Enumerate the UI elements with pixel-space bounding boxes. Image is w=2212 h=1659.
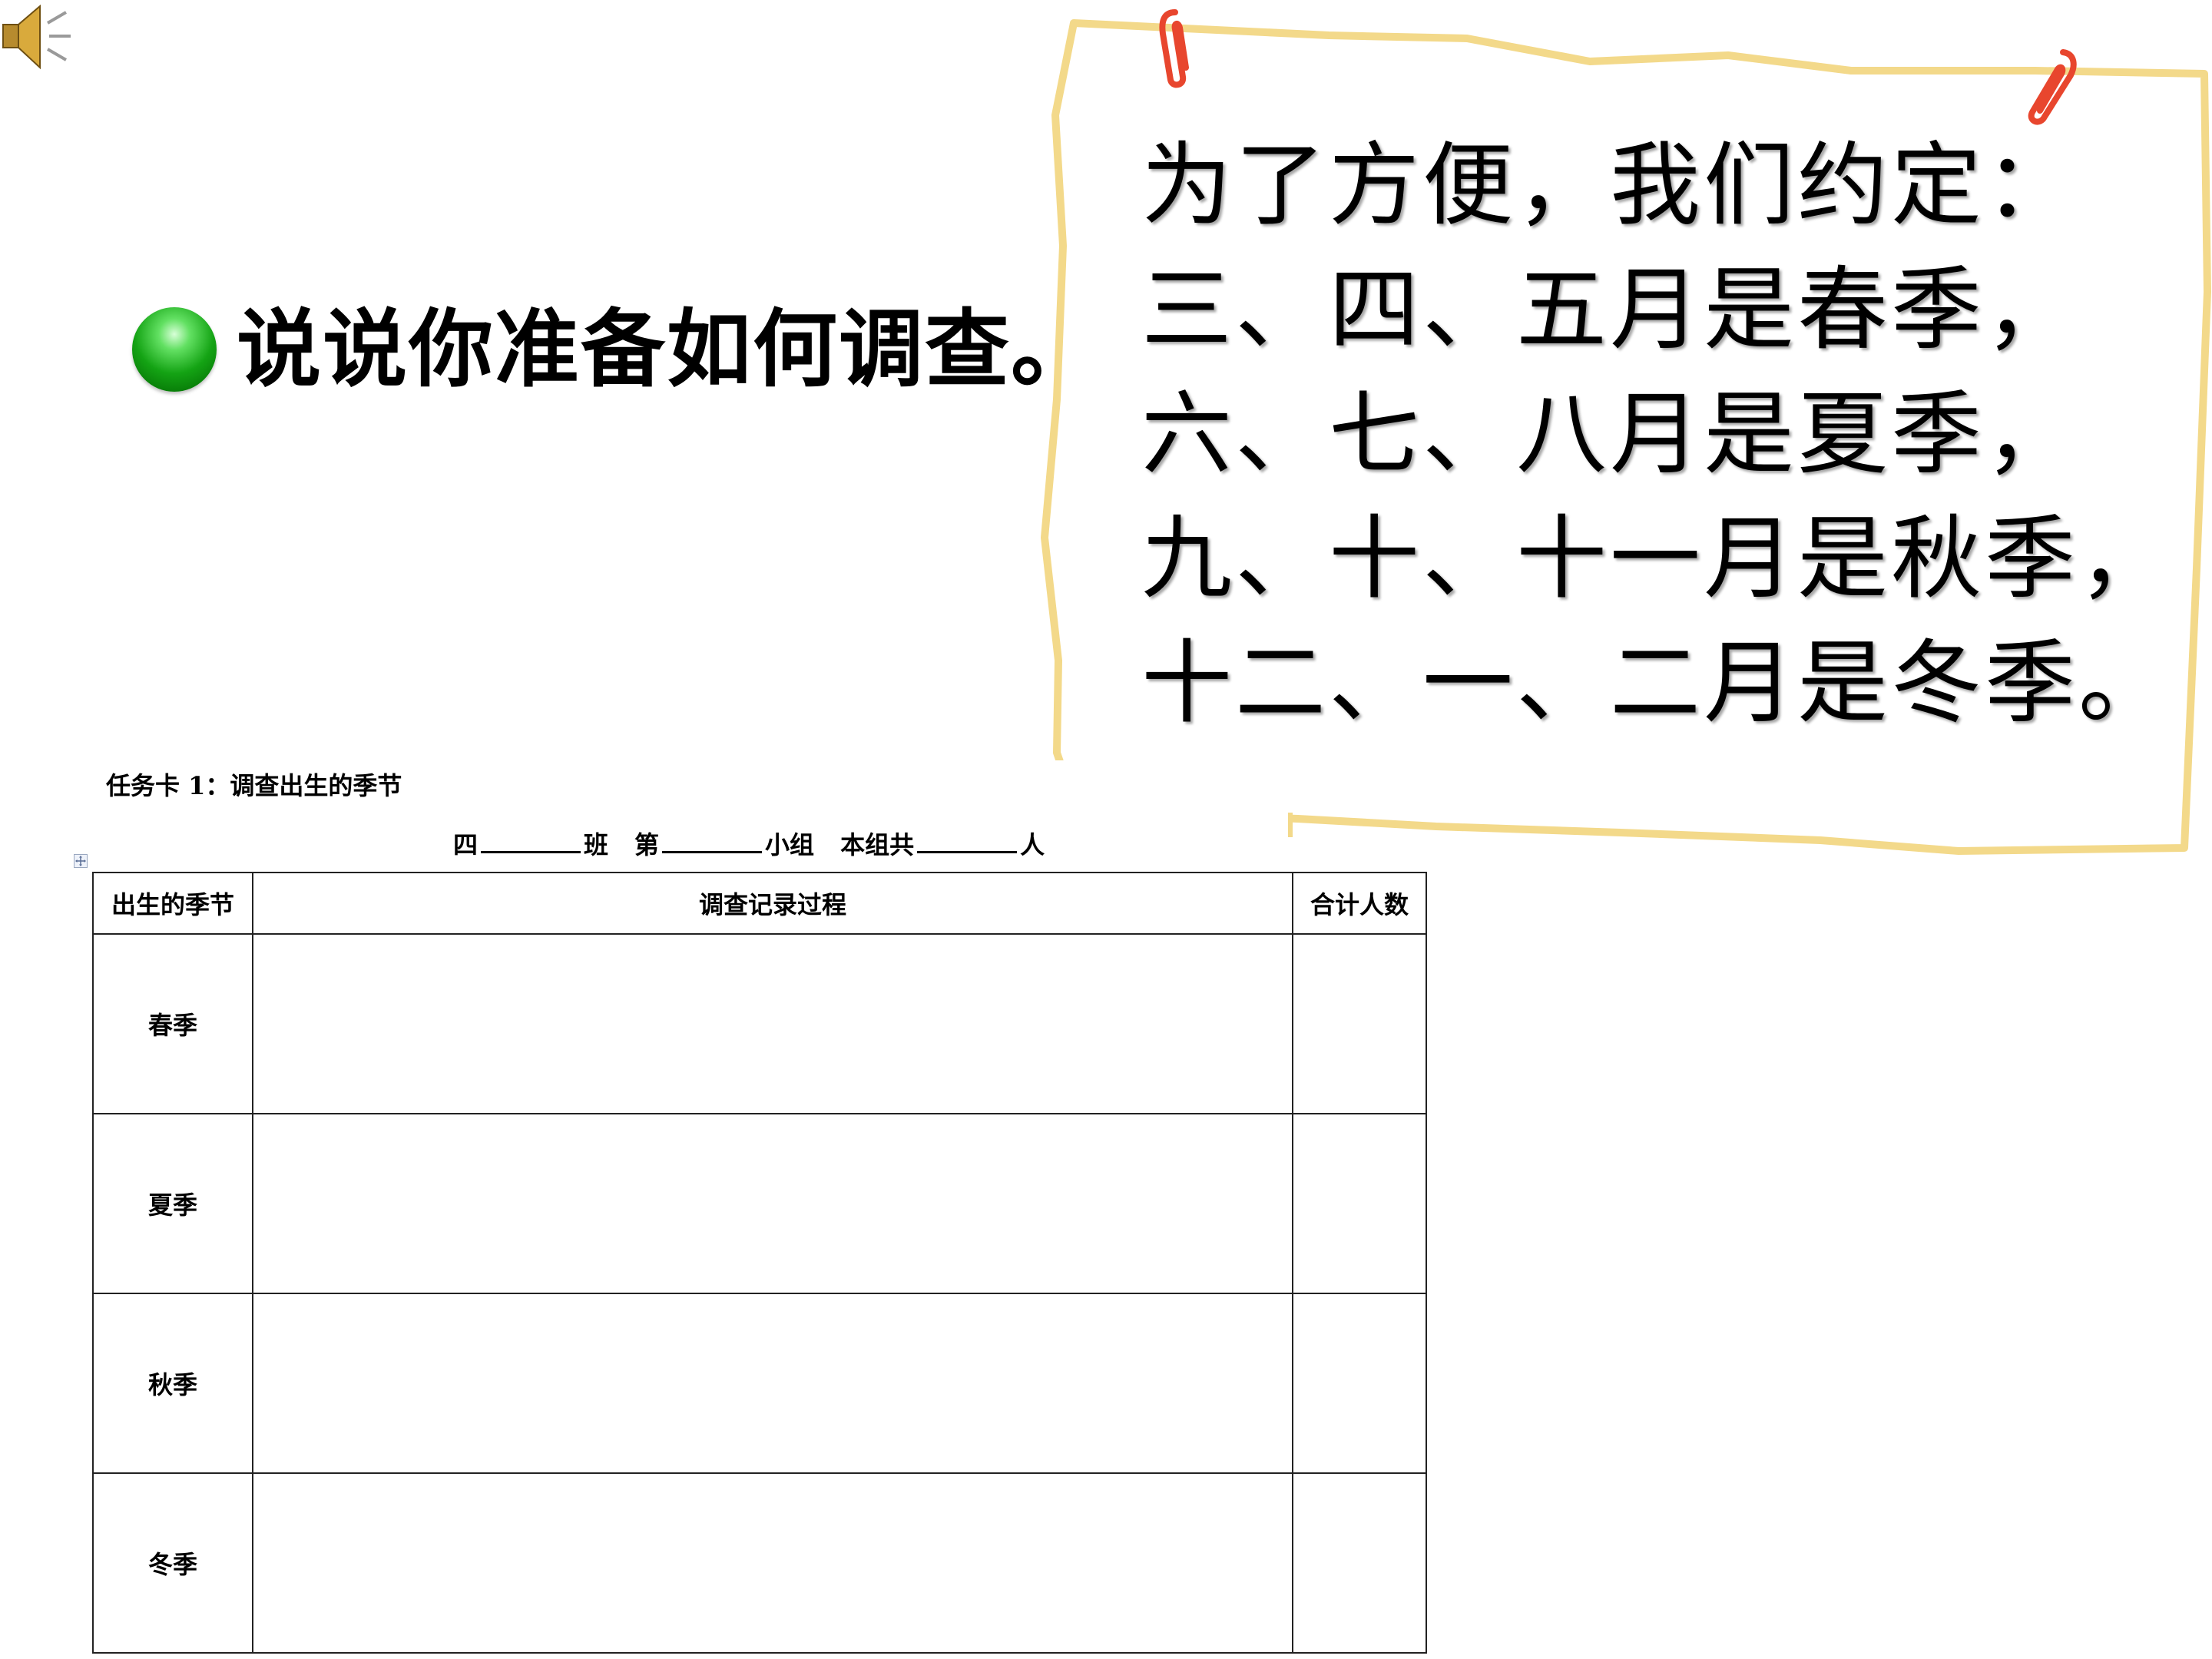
class-info-line: 四 班第 小组 本组共 人 [453, 826, 1045, 861]
season-cell: 夏季 [92, 1113, 253, 1294]
grade-label: 四 [453, 830, 478, 859]
total-prefix: 本组共 [840, 830, 915, 859]
note-line: 九、十、十一月是秋季， [1141, 505, 2173, 611]
total-cell[interactable] [1292, 1472, 1427, 1654]
record-cell[interactable] [252, 1472, 1293, 1654]
season-convention-note: 为了方便，我们约定： 三、四、五月是春季， 六、七、八月是夏季， 九、十、十一月… [1037, 0, 2212, 860]
table-move-handle-icon[interactable] [74, 854, 88, 868]
total-cell[interactable] [1292, 1293, 1427, 1474]
note-text-block: 为了方便，我们约定： 三、四、五月是春季， 六、七、八月是夏季， 九、十、十一月… [1141, 123, 2172, 745]
table-header-row: 出生的季节 调查记录过程 合计人数 [92, 872, 1427, 935]
total-suffix: 人 [1020, 830, 1045, 859]
speaker-volume-icon[interactable] [0, 0, 77, 77]
paperclip-icon [1159, 9, 1189, 88]
note-line: 为了方便，我们约定： [1141, 132, 2079, 238]
record-cell[interactable] [252, 1113, 1293, 1294]
task-card-title: 任务卡 1：调查出生的季节 [106, 771, 402, 800]
table-row: 夏季 [92, 1113, 1427, 1294]
total-cell[interactable] [1292, 1113, 1427, 1294]
header-season: 出生的季节 [92, 872, 253, 935]
green-sphere-bullet-icon [132, 307, 217, 392]
table-row: 秋季 [92, 1293, 1427, 1474]
class-label: 班 [584, 830, 609, 859]
question-text: 说说你准备如何调查。 [237, 300, 1097, 399]
header-total: 合计人数 [1292, 872, 1427, 935]
total-cell[interactable] [1292, 933, 1427, 1114]
season-cell: 春季 [92, 933, 253, 1114]
table-row: 冬季 [92, 1472, 1427, 1654]
table-row: 春季 [92, 933, 1427, 1114]
header-record: 调查记录过程 [252, 872, 1293, 935]
class-number-blank[interactable] [481, 828, 581, 853]
record-cell[interactable] [252, 1293, 1293, 1474]
record-cell[interactable] [252, 933, 1293, 1114]
note-line: 十二、一、二月是冬季。 [1141, 630, 2173, 736]
paperclip-icon [2028, 49, 2077, 125]
group-label: 小组 [765, 830, 815, 859]
question-line: 说说你准备如何调查。 [132, 300, 1097, 399]
total-count-blank[interactable] [917, 828, 1018, 853]
season-cell: 秋季 [92, 1293, 253, 1474]
season-cell: 冬季 [92, 1472, 253, 1654]
note-line: 六、七、八月是夏季， [1141, 381, 2079, 487]
note-line: 三、四、五月是春季， [1141, 257, 2079, 363]
group-prefix: 第 [634, 830, 660, 859]
season-survey-table: 出生的季节 调查记录过程 合计人数 春季 夏季 秋季 冬季 [92, 872, 1427, 1654]
group-number-blank[interactable] [662, 828, 763, 853]
